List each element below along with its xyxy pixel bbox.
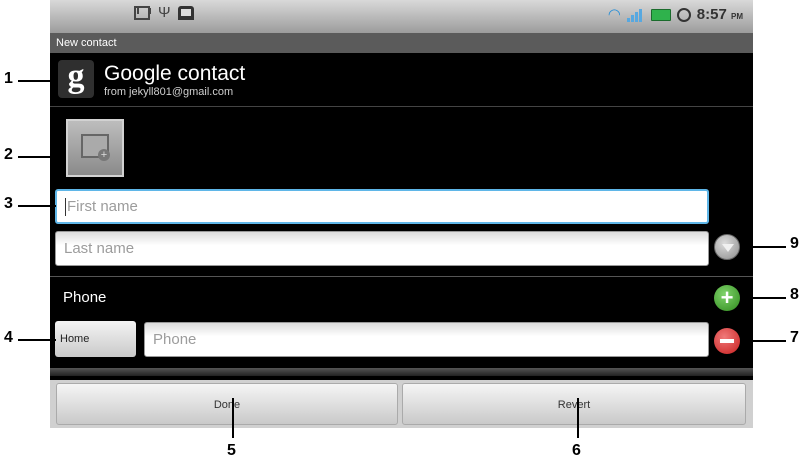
callout-1: 1 bbox=[4, 70, 13, 87]
text-cursor bbox=[65, 197, 66, 216]
title-bar: New contact bbox=[50, 33, 753, 53]
contact-photo-button[interactable]: + bbox=[66, 119, 124, 177]
account-email: from jekyll801@gmail.com bbox=[104, 86, 234, 98]
divider bbox=[50, 368, 753, 376]
phone-placeholder: Phone bbox=[153, 331, 197, 348]
last-name-placeholder: Last name bbox=[64, 240, 135, 257]
done-button[interactable]: Done bbox=[56, 383, 398, 425]
callout-line-3 bbox=[18, 205, 56, 207]
action-bar: Done Revert bbox=[50, 380, 753, 428]
usb-icon: Ψ bbox=[158, 4, 171, 21]
callout-7: 7 bbox=[790, 329, 799, 346]
callout-6: 6 bbox=[572, 442, 581, 459]
first-name-placeholder: First name bbox=[67, 198, 138, 215]
callout-line-6 bbox=[577, 398, 579, 438]
callout-line-9 bbox=[740, 246, 786, 248]
gmail-icon bbox=[134, 6, 150, 20]
callout-4: 4 bbox=[4, 329, 13, 346]
callout-2: 2 bbox=[4, 146, 13, 163]
revert-button[interactable]: Revert bbox=[402, 383, 746, 425]
android-icon bbox=[178, 6, 194, 20]
callout-line-5 bbox=[232, 398, 234, 438]
account-name: Google contact bbox=[104, 62, 246, 85]
phone-screen: Ψ ◠ 8:57 PM New contact g Google contact… bbox=[50, 0, 753, 428]
remove-phone-button[interactable] bbox=[714, 328, 740, 354]
phone-section-label: Phone bbox=[63, 289, 107, 306]
callout-line-1 bbox=[18, 80, 58, 82]
battery-icon bbox=[650, 8, 671, 21]
expand-name-fields-button[interactable] bbox=[714, 234, 740, 260]
clock: 8:57 PM bbox=[696, 6, 743, 23]
callout-line-7 bbox=[740, 340, 786, 342]
google-logo-icon: g bbox=[58, 60, 94, 98]
first-name-input[interactable]: First name bbox=[55, 189, 709, 224]
callout-line-2 bbox=[18, 156, 66, 158]
callout-8: 8 bbox=[790, 286, 799, 303]
divider bbox=[50, 106, 753, 107]
wifi-icon: ◠ bbox=[607, 5, 621, 23]
callout-line-8 bbox=[740, 297, 786, 299]
phone-input[interactable]: Phone bbox=[144, 322, 709, 357]
status-bar: Ψ ◠ 8:57 PM bbox=[50, 0, 753, 33]
alarm-icon bbox=[676, 7, 691, 22]
callout-5: 5 bbox=[227, 442, 236, 459]
last-name-input[interactable]: Last name bbox=[55, 231, 709, 266]
callout-9: 9 bbox=[790, 235, 799, 252]
add-photo-icon: + bbox=[98, 149, 110, 161]
signal-icon bbox=[626, 8, 645, 22]
callout-3: 3 bbox=[4, 195, 13, 212]
callout-line-4 bbox=[18, 339, 56, 341]
add-phone-button[interactable]: + bbox=[714, 285, 740, 311]
divider bbox=[50, 276, 753, 277]
account-header: g Google contact from jekyll801@gmail.co… bbox=[50, 53, 753, 105]
phone-type-button[interactable]: Home bbox=[55, 321, 136, 357]
